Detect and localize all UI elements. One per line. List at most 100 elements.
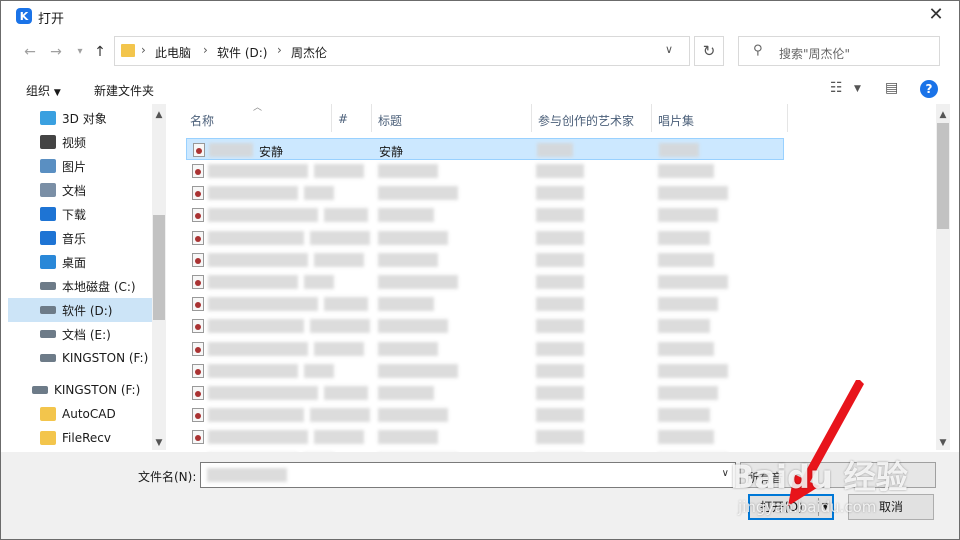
sidebar-item-autocad[interactable]: AutoCAD	[8, 402, 158, 426]
redacted-text	[314, 341, 364, 356]
redacted-text	[208, 430, 308, 445]
file-list-scroll-thumb[interactable]	[937, 123, 949, 229]
redacted-text	[658, 297, 718, 312]
sidebar-item-downloads[interactable]: 下载	[8, 202, 158, 226]
redacted-text	[304, 275, 334, 289]
redacted-text	[378, 208, 434, 223]
scroll-up-icon[interactable]: ▲	[152, 108, 166, 122]
column-divider[interactable]	[331, 104, 332, 132]
file-type-select[interactable]: 所有音	[740, 462, 936, 488]
forward-icon[interactable]: →	[46, 42, 66, 62]
breadcrumb-drive[interactable]: 软件 (D:)	[217, 44, 267, 61]
address-bar[interactable]: › 此电脑 › 软件 (D:) › 周杰伦 ∨	[114, 36, 690, 66]
filename-field[interactable]: ∨	[200, 462, 736, 488]
file-row[interactable]	[186, 426, 784, 448]
redacted-text	[208, 341, 308, 356]
folder-icon	[40, 407, 56, 421]
refresh-icon[interactable]: ↻	[694, 36, 724, 66]
window-title: 打开	[38, 12, 65, 27]
redacted-text	[378, 230, 448, 245]
file-row[interactable]	[186, 249, 784, 271]
sidebar-item-drive-e[interactable]: 文档 (E:)	[8, 322, 158, 346]
title-bar: K 打开 ✕	[0, 0, 960, 32]
search-input[interactable]: ⚲ 搜索"周杰伦"	[738, 36, 940, 66]
sidebar-item-drive-c[interactable]: 本地磁盘 (C:)	[8, 274, 158, 298]
scroll-down-icon[interactable]: ▼	[152, 436, 166, 450]
file-row[interactable]	[186, 271, 784, 293]
column-header-number[interactable]: #	[338, 112, 348, 126]
redacted-text	[378, 319, 448, 334]
file-row[interactable]	[186, 160, 784, 182]
file-row[interactable]	[186, 382, 784, 404]
file-row-selected[interactable]: 安静 安静	[186, 138, 784, 160]
breadcrumb-this-pc[interactable]: 此电脑	[155, 44, 191, 61]
column-divider[interactable]	[787, 104, 788, 132]
breadcrumb-folder[interactable]: 周杰伦	[291, 44, 327, 61]
scroll-down-icon[interactable]: ▼	[936, 436, 950, 450]
chevron-down-icon[interactable]: ∨	[665, 43, 673, 56]
file-row[interactable]	[186, 293, 784, 315]
redacted-text	[310, 319, 370, 334]
3d-objects-icon	[40, 111, 56, 125]
file-type-value: 所有音	[747, 471, 784, 485]
sidebar-item-label: FileRecv	[62, 431, 111, 445]
file-row[interactable]	[186, 315, 784, 337]
redacted-text	[658, 408, 710, 423]
recent-chevron-icon[interactable]: ▾	[70, 42, 90, 62]
organize-button[interactable]: 组织 ▼	[26, 82, 61, 99]
redacted-text	[536, 186, 584, 201]
column-divider[interactable]	[531, 104, 532, 132]
sidebar-item-desktop[interactable]: 桌面	[8, 250, 158, 274]
redacted-text	[536, 252, 584, 267]
sidebar-item-video[interactable]: 视频	[8, 130, 158, 154]
column-header-artist[interactable]: 参与创作的艺术家	[538, 112, 634, 129]
column-divider[interactable]	[651, 104, 652, 132]
column-header-name[interactable]: 名称	[190, 112, 214, 129]
chevron-down-icon[interactable]: ▼	[854, 84, 861, 94]
column-header-album[interactable]: 唱片集	[658, 112, 694, 129]
file-row[interactable]	[186, 204, 784, 226]
chevron-down-icon[interactable]: ∨	[722, 468, 729, 479]
file-title: 安静	[379, 145, 404, 159]
sidebar-item-drive-d[interactable]: 软件 (D:)	[8, 298, 158, 322]
redacted-text	[208, 363, 298, 378]
sidebar-scroll-thumb[interactable]	[153, 215, 165, 320]
help-icon[interactable]: ?	[920, 80, 938, 98]
redacted-text	[658, 363, 728, 378]
view-options-icon[interactable]: ☷	[830, 80, 843, 96]
sidebar-item-kingston-f-root[interactable]: KINGSTON (F:)	[8, 378, 158, 402]
sidebar-item-3d-objects[interactable]: 3D 对象	[8, 106, 158, 130]
sidebar-item-label: 下载	[62, 207, 87, 222]
sidebar-item-kingston-f[interactable]: KINGSTON (F:)	[8, 346, 158, 370]
sidebar-item-label: 桌面	[62, 255, 87, 270]
close-icon[interactable]: ✕	[924, 4, 948, 28]
redacted-text	[378, 408, 448, 423]
scroll-up-icon[interactable]: ▲	[936, 108, 950, 122]
redacted-text	[536, 230, 584, 245]
cancel-button[interactable]: 取消	[848, 494, 934, 520]
open-split-chevron-icon[interactable]: ▼	[818, 498, 832, 516]
redacted-text	[314, 164, 364, 178]
sidebar-item-documents[interactable]: 文档	[8, 178, 158, 202]
audio-file-icon	[192, 230, 204, 245]
column-header-title[interactable]: 标题	[378, 112, 402, 129]
file-row[interactable]	[186, 338, 784, 360]
sidebar-item-filerecv[interactable]: FileRecv	[8, 426, 158, 450]
sidebar-item-music[interactable]: 音乐	[8, 226, 158, 250]
sidebar-item-pictures[interactable]: 图片	[8, 154, 158, 178]
redacted-text	[208, 186, 298, 201]
back-icon[interactable]: ←	[20, 42, 40, 62]
sidebar-item-label: 3D 对象	[62, 111, 107, 126]
up-icon[interactable]: ↑	[90, 42, 110, 62]
file-row[interactable]	[186, 227, 784, 249]
preview-pane-icon[interactable]: ▤	[885, 80, 898, 96]
column-divider[interactable]	[371, 104, 372, 132]
organize-label: 组织	[26, 84, 51, 98]
file-row[interactable]	[186, 360, 784, 382]
redacted-text	[536, 386, 584, 400]
redacted-text	[209, 143, 253, 157]
file-row[interactable]	[186, 182, 784, 204]
new-folder-button[interactable]: 新建文件夹	[94, 82, 154, 99]
file-row[interactable]	[186, 404, 784, 426]
redacted-text	[536, 208, 584, 223]
